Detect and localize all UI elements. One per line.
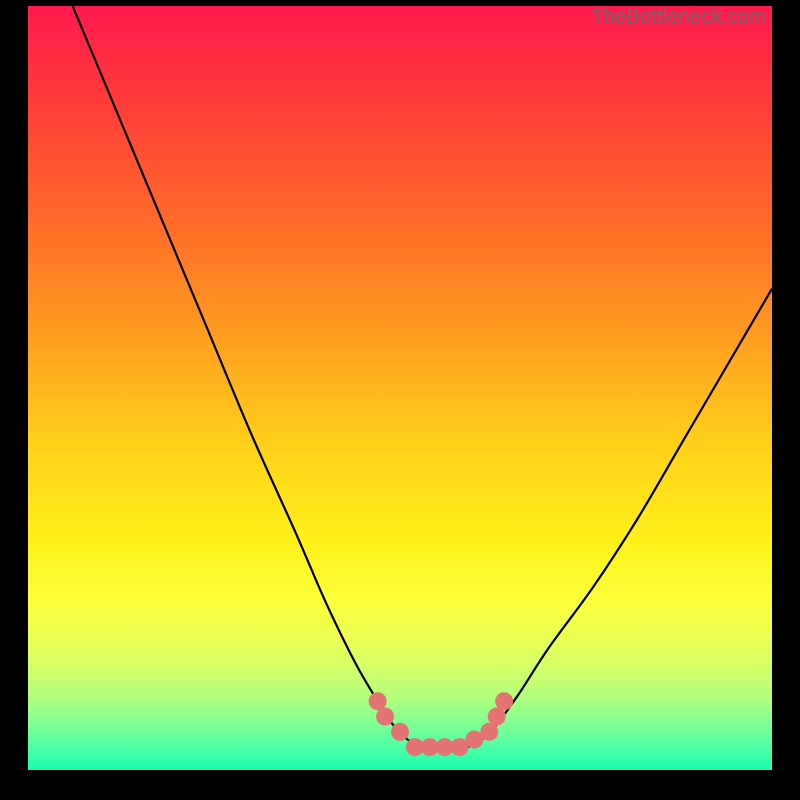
- chart-frame: TheBottleneck.com: [0, 0, 800, 800]
- valley-marker: [488, 708, 506, 726]
- valley-marker: [495, 692, 513, 710]
- bottleneck-curve-path: [73, 6, 772, 748]
- valley-marker: [480, 723, 498, 741]
- valley-marker: [376, 708, 394, 726]
- valley-marker: [391, 723, 409, 741]
- chart-svg: [28, 6, 772, 770]
- plot-area: TheBottleneck.com: [28, 6, 772, 770]
- valley-markers: [369, 692, 513, 756]
- curve-layer: [73, 6, 772, 748]
- valley-marker: [369, 692, 387, 710]
